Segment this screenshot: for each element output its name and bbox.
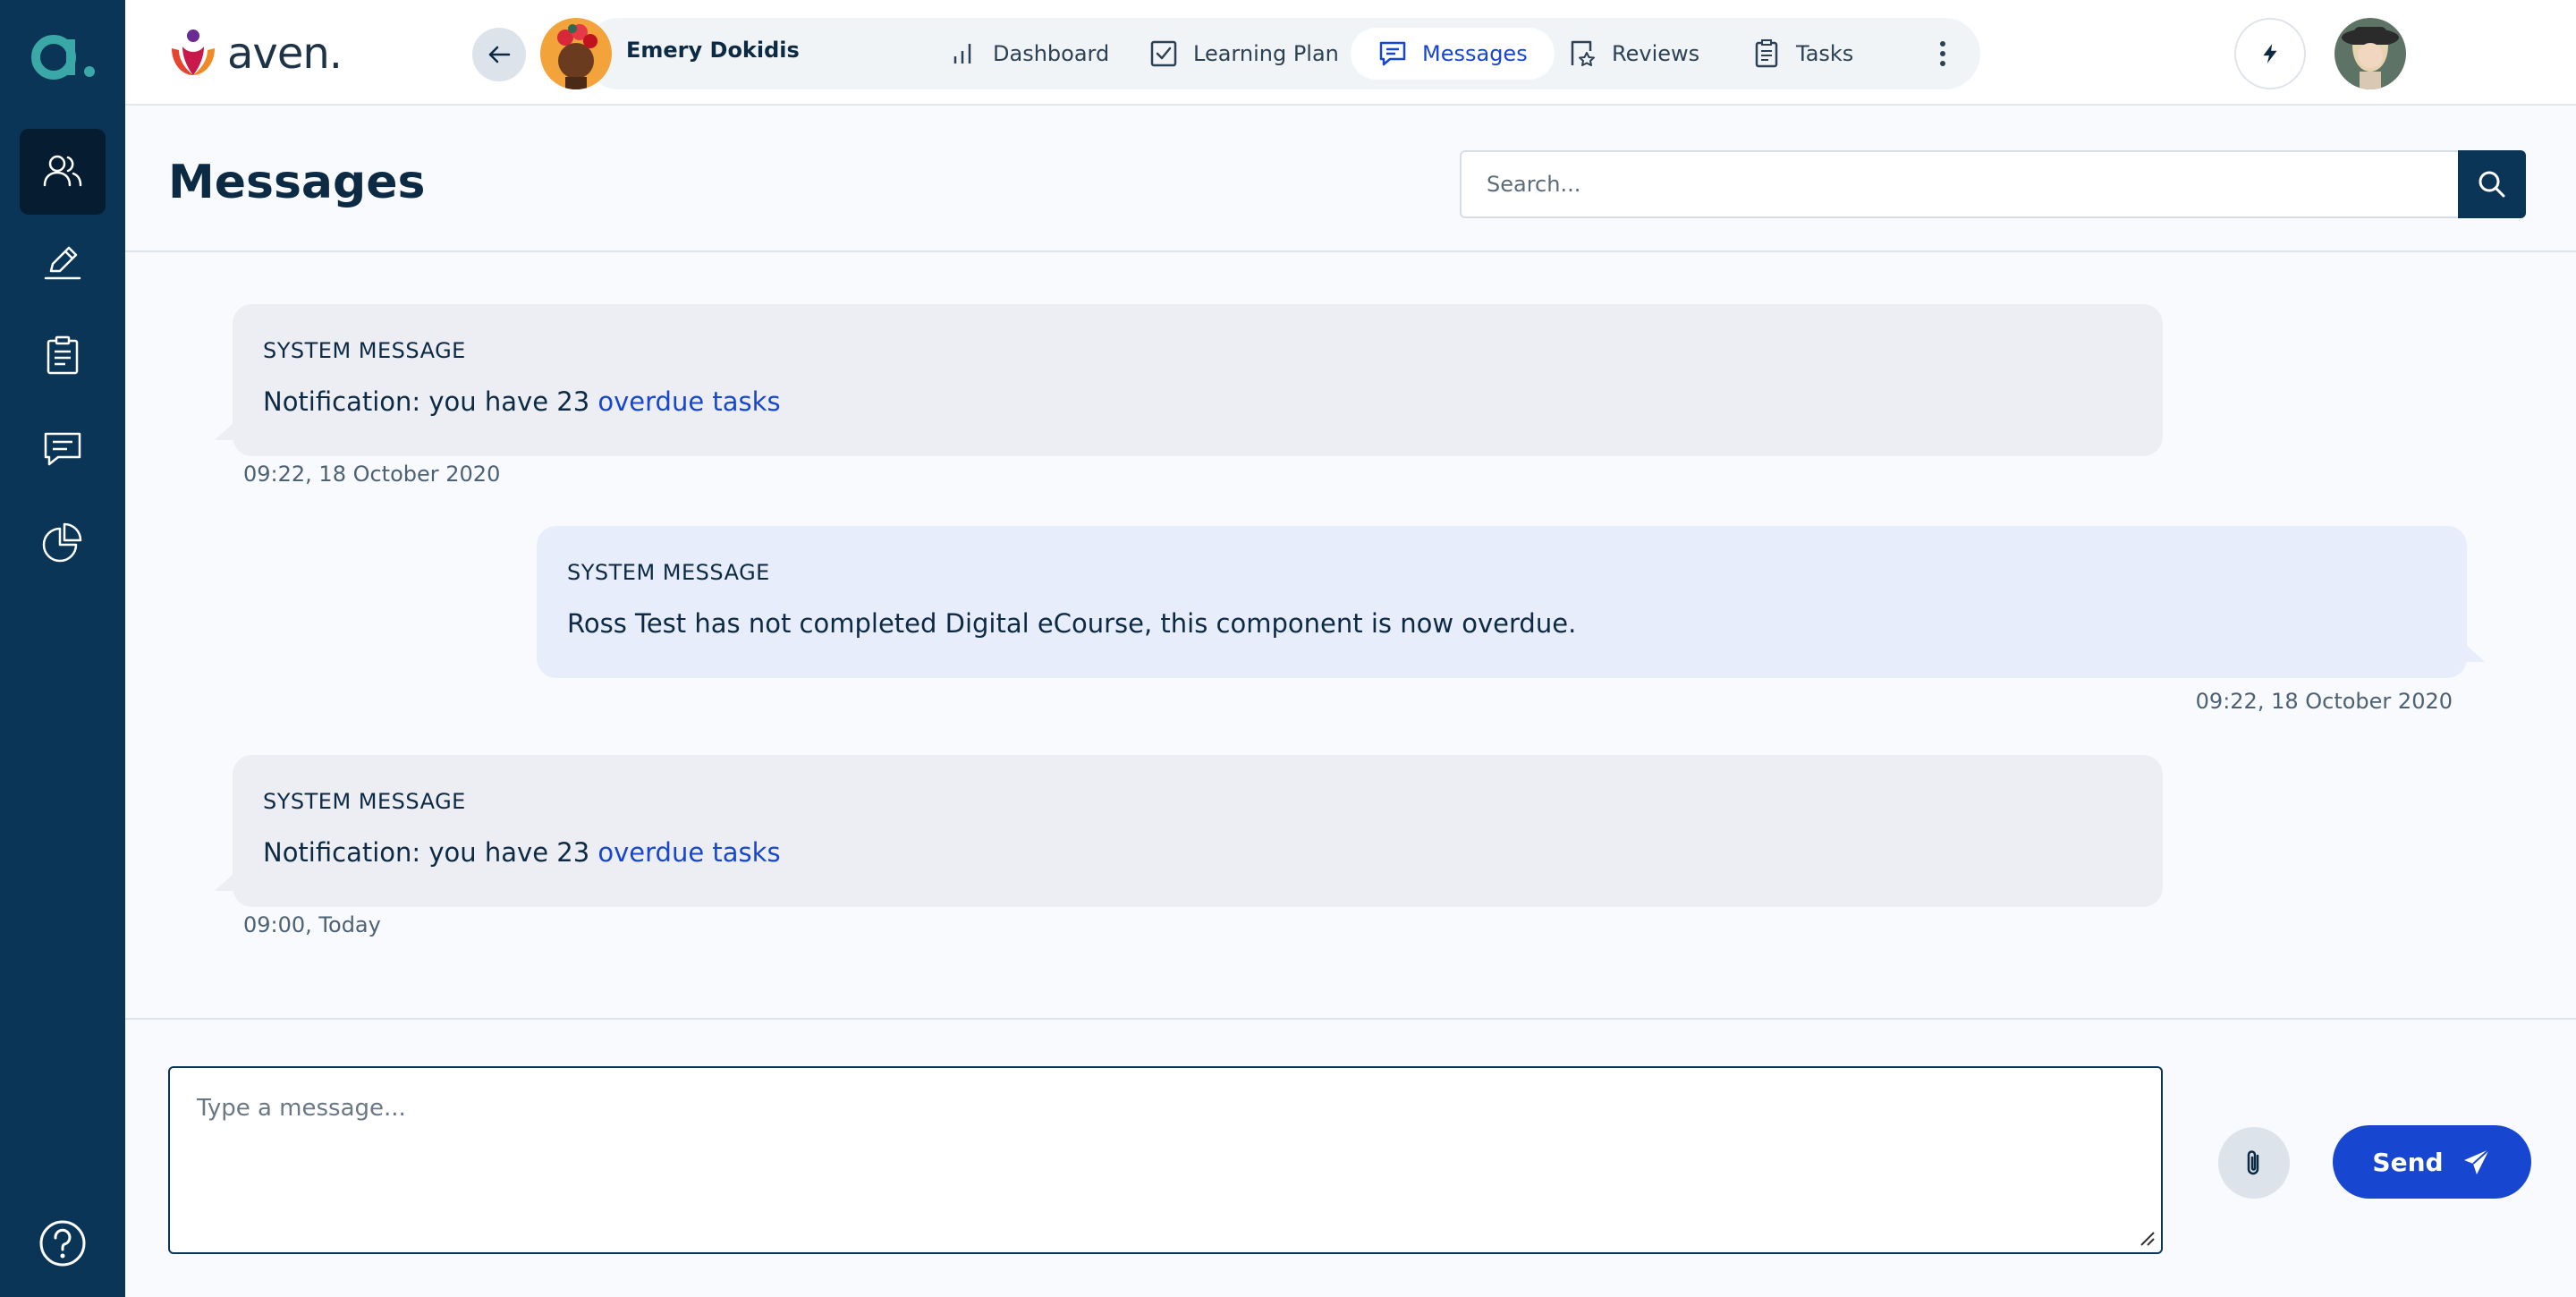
attach-button[interactable]	[2218, 1127, 2290, 1199]
users-icon	[43, 155, 82, 187]
tab-learning-plan[interactable]: Learning Plan	[1122, 28, 1366, 80]
sidebar-item-messages[interactable]	[20, 406, 106, 492]
message-timestamp: 09:22, 18 October 2020	[243, 462, 501, 487]
message-text: Notification: you have 23 overdue tasks	[263, 386, 781, 417]
message-text: Ross Test has not completed Digital eCou…	[567, 608, 1577, 639]
tab-dashboard[interactable]: Dashboard	[921, 28, 1136, 80]
clipboard-icon	[47, 335, 79, 375]
help-icon	[39, 1220, 86, 1267]
aven-logo-mark[interactable]	[25, 25, 100, 88]
aven-flower-icon	[172, 30, 215, 75]
message-body: Notification: you have 23	[263, 837, 598, 868]
search-icon	[2479, 171, 2505, 198]
message-sender: SYSTEM MESSAGE	[567, 560, 770, 585]
checkbox-icon	[1150, 40, 1177, 67]
help-button[interactable]	[36, 1216, 89, 1270]
brand-name: aven.	[227, 29, 343, 79]
sidebar-item-users[interactable]	[20, 129, 106, 215]
bubble-tail	[215, 871, 236, 891]
message-body: Notification: you have 23	[263, 386, 598, 417]
resize-handle-icon[interactable]	[2138, 1229, 2156, 1247]
search-bar	[1460, 150, 2526, 218]
message-input[interactable]	[168, 1066, 2163, 1254]
bar-chart-icon	[953, 44, 971, 64]
message-bubble: SYSTEM MESSAGE Ross Test has not complet…	[537, 526, 2467, 678]
bubble-tail	[215, 420, 236, 440]
search-input[interactable]	[1460, 150, 2467, 218]
message-text: Notification: you have 23 overdue tasks	[263, 837, 781, 868]
overdue-tasks-link[interactable]: overdue tasks	[597, 386, 780, 417]
tab-tasks[interactable]: Tasks	[1724, 28, 1880, 80]
message-composer: Send	[125, 1018, 2576, 1297]
paperclip-icon	[2247, 1150, 2259, 1175]
message-thread: SYSTEM MESSAGE Notification: you have 23…	[125, 254, 2576, 943]
page-title: Messages	[168, 156, 426, 209]
current-user-avatar[interactable]	[2334, 18, 2406, 89]
sidebar	[0, 0, 125, 1297]
sidebar-item-edit[interactable]	[20, 220, 106, 306]
tab-dashboard-label: Dashboard	[993, 41, 1110, 66]
message-sender: SYSTEM MESSAGE	[263, 338, 466, 363]
kebab-dot	[1940, 41, 1945, 47]
kebab-dot	[1940, 51, 1945, 56]
message-sender: SYSTEM MESSAGE	[263, 789, 466, 814]
overdue-tasks-link[interactable]: overdue tasks	[597, 837, 780, 868]
quick-actions-button[interactable]	[2234, 18, 2306, 89]
pie-chart-icon	[42, 522, 82, 563]
paper-plane-icon	[2463, 1149, 2490, 1174]
sidebar-item-tasks[interactable]	[20, 313, 106, 399]
lightning-icon	[2263, 44, 2277, 64]
review-icon	[1571, 40, 1595, 66]
tab-reviews-label: Reviews	[1612, 41, 1700, 66]
tab-messages[interactable]: Messages	[1351, 28, 1555, 80]
tab-tasks-label: Tasks	[1796, 41, 1854, 66]
learner-avatar[interactable]	[540, 18, 612, 89]
pen-icon	[44, 246, 81, 280]
back-button[interactable]	[472, 28, 526, 81]
bubble-tail	[2463, 642, 2485, 662]
message-bubble: SYSTEM MESSAGE Notification: you have 23…	[233, 755, 2163, 907]
chat-icon	[1379, 41, 1406, 66]
tab-reviews[interactable]: Reviews	[1540, 28, 1726, 80]
message-bubble: SYSTEM MESSAGE Notification: you have 23…	[233, 304, 2163, 456]
clipboard-icon	[1755, 39, 1778, 68]
send-button[interactable]: Send	[2333, 1125, 2531, 1199]
more-menu-button[interactable]	[1925, 36, 1961, 72]
arrow-left-icon	[488, 46, 511, 64]
message-timestamp: 09:22, 18 October 2020	[2195, 689, 2453, 714]
search-button[interactable]	[2458, 150, 2526, 218]
brand-logo[interactable]: aven.	[166, 27, 343, 81]
kebab-dot	[1940, 61, 1945, 66]
message-timestamp: 09:00, Today	[243, 912, 381, 937]
sidebar-item-reports[interactable]	[20, 499, 106, 585]
page-header: Messages	[125, 106, 2576, 252]
chat-icon	[44, 432, 81, 466]
tab-learning-plan-label: Learning Plan	[1193, 41, 1339, 66]
tab-messages-label: Messages	[1422, 41, 1528, 66]
learner-name: Emery Dokidis	[626, 38, 800, 63]
send-button-label: Send	[2372, 1147, 2444, 1177]
